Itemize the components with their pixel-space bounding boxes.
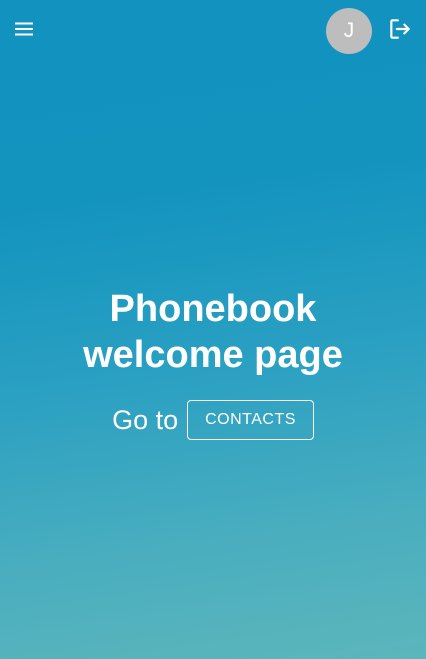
menu-button[interactable] [7, 14, 41, 48]
goto-row: Go to CONTACTS [0, 400, 426, 440]
avatar-initial: J [343, 19, 355, 42]
hero-section: Phonebook welcome page Go to CONTACTS [0, 286, 426, 440]
menu-icon [12, 17, 36, 46]
welcome-page: J Phonebook welcome page Go to CONTACTS [0, 0, 426, 659]
top-app-bar: J [0, 0, 426, 62]
user-avatar[interactable]: J [326, 8, 372, 54]
goto-label: Go to [112, 404, 179, 435]
page-title: Phonebook welcome page [0, 286, 426, 378]
logout-icon [387, 16, 413, 47]
contacts-button[interactable]: CONTACTS [187, 400, 314, 440]
title-line-2: welcome page [83, 334, 343, 376]
logout-button[interactable] [384, 15, 416, 47]
title-line-1: Phonebook [109, 288, 317, 330]
